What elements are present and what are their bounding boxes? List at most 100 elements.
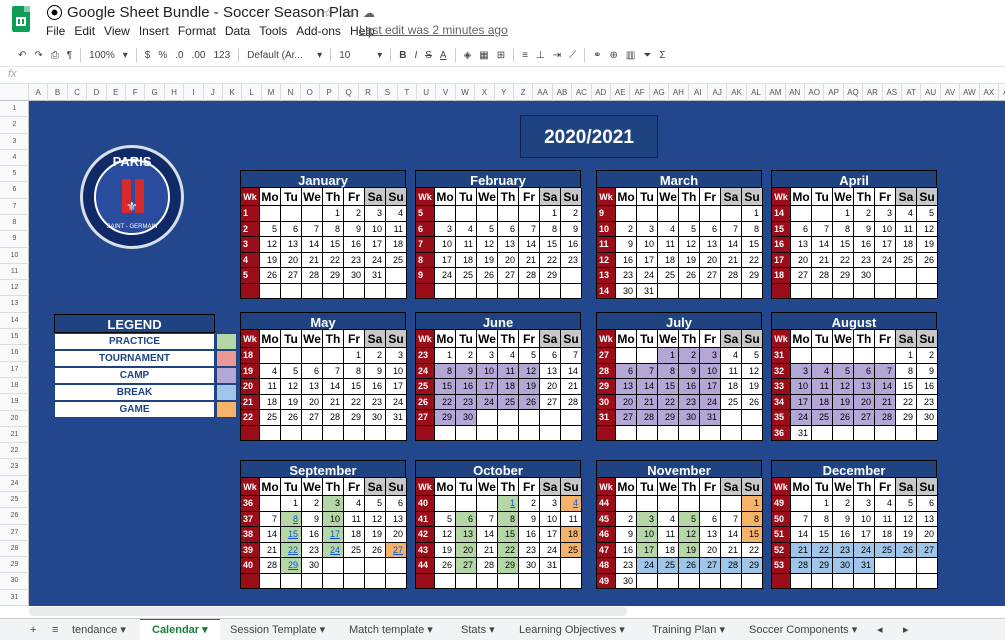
day-cell[interactable]: 30 — [519, 558, 540, 574]
week-number[interactable]: 42 — [416, 527, 435, 543]
week-number[interactable]: 5 — [241, 268, 260, 284]
day-cell[interactable] — [700, 206, 721, 222]
day-cell[interactable]: 2 — [917, 348, 938, 364]
day-cell[interactable]: 27 — [498, 268, 519, 284]
week-number[interactable] — [416, 573, 435, 589]
day-cell[interactable]: 9 — [302, 511, 323, 527]
day-cell[interactable]: 13 — [281, 237, 302, 253]
day-cell[interactable]: 19 — [679, 252, 700, 268]
day-cell[interactable]: 23 — [456, 394, 477, 410]
day-cell[interactable] — [498, 206, 519, 222]
currency-button[interactable]: $ — [145, 50, 151, 61]
day-cell[interactable] — [561, 573, 582, 589]
day-cell[interactable]: 10 — [323, 511, 344, 527]
day-cell[interactable]: 7 — [812, 221, 833, 237]
print-icon[interactable]: ⎙ — [51, 50, 59, 61]
day-cell[interactable]: 13 — [302, 379, 323, 395]
column-header[interactable]: B — [48, 84, 68, 101]
day-cell[interactable]: 17 — [637, 252, 658, 268]
day-cell[interactable]: 29 — [812, 558, 833, 574]
day-cell[interactable] — [917, 268, 938, 284]
redo-icon[interactable]: ↷ — [34, 50, 42, 61]
row-header[interactable]: 26 — [0, 508, 29, 525]
week-number[interactable]: 18 — [772, 268, 791, 284]
day-cell[interactable]: 15 — [742, 237, 763, 253]
row-header[interactable]: 28 — [0, 541, 29, 558]
day-cell[interactable]: 9 — [616, 527, 637, 543]
day-cell[interactable]: 4 — [896, 206, 917, 222]
day-cell[interactable]: 19 — [896, 527, 917, 543]
day-cell[interactable]: 9 — [616, 237, 637, 253]
day-cell[interactable] — [721, 496, 742, 512]
day-cell[interactable]: 29 — [896, 410, 917, 426]
day-cell[interactable]: 15 — [540, 237, 561, 253]
day-cell[interactable]: 7 — [323, 363, 344, 379]
day-cell[interactable]: 4 — [498, 348, 519, 364]
day-cell[interactable]: 16 — [679, 379, 700, 395]
day-cell[interactable]: 28 — [260, 558, 281, 574]
day-cell[interactable]: 1 — [344, 348, 365, 364]
day-cell[interactable] — [386, 573, 407, 589]
day-cell[interactable]: 19 — [281, 394, 302, 410]
day-cell[interactable]: 7 — [302, 221, 323, 237]
day-cell[interactable]: 23 — [616, 268, 637, 284]
day-cell[interactable]: 21 — [812, 252, 833, 268]
row-header[interactable]: 16 — [0, 345, 29, 362]
week-number[interactable]: 46 — [597, 527, 616, 543]
day-cell[interactable]: 23 — [833, 542, 854, 558]
chevron-down-icon[interactable]: ▾ — [317, 50, 322, 61]
row-header[interactable]: 9 — [0, 231, 29, 248]
day-cell[interactable] — [896, 268, 917, 284]
day-cell[interactable]: 21 — [637, 394, 658, 410]
day-cell[interactable]: 7 — [561, 348, 582, 364]
day-cell[interactable] — [833, 283, 854, 299]
week-number[interactable]: 22 — [241, 410, 260, 426]
day-cell[interactable]: 22 — [540, 252, 561, 268]
row-header[interactable]: 21 — [0, 427, 29, 444]
day-cell[interactable]: 24 — [365, 252, 386, 268]
day-cell[interactable]: 21 — [260, 542, 281, 558]
day-cell[interactable]: 4 — [456, 221, 477, 237]
day-cell[interactable]: 7 — [260, 511, 281, 527]
day-cell[interactable] — [519, 206, 540, 222]
day-cell[interactable]: 11 — [875, 511, 896, 527]
column-header[interactable]: AF — [630, 84, 650, 101]
comment-icon[interactable]: ⊕ — [609, 50, 617, 61]
week-number[interactable]: 51 — [772, 527, 791, 543]
week-number[interactable]: 44 — [597, 496, 616, 512]
day-cell[interactable]: 18 — [875, 527, 896, 543]
day-cell[interactable] — [456, 573, 477, 589]
day-cell[interactable]: 8 — [812, 511, 833, 527]
day-cell[interactable] — [742, 410, 763, 426]
day-cell[interactable]: 19 — [917, 237, 938, 253]
day-cell[interactable] — [540, 410, 561, 426]
day-cell[interactable]: 30 — [616, 283, 637, 299]
day-cell[interactable]: 13 — [700, 527, 721, 543]
day-cell[interactable]: 28 — [721, 268, 742, 284]
day-cell[interactable]: 3 — [435, 221, 456, 237]
day-cell[interactable] — [260, 573, 281, 589]
day-cell[interactable] — [721, 410, 742, 426]
day-cell[interactable]: 10 — [365, 221, 386, 237]
day-cell[interactable]: 19 — [477, 252, 498, 268]
day-cell[interactable]: 13 — [917, 511, 938, 527]
day-cell[interactable]: 7 — [875, 363, 896, 379]
day-cell[interactable]: 21 — [561, 379, 582, 395]
row-header[interactable]: 25 — [0, 492, 29, 509]
day-cell[interactable]: 21 — [323, 394, 344, 410]
week-number[interactable]: 9 — [597, 206, 616, 222]
day-cell[interactable]: 15 — [281, 527, 302, 543]
day-cell[interactable]: 17 — [477, 379, 498, 395]
row-header[interactable]: 3 — [0, 134, 29, 150]
day-cell[interactable]: 26 — [435, 558, 456, 574]
tab-training-plan[interactable]: Training Plan ▾ — [652, 619, 725, 641]
day-cell[interactable]: 16 — [561, 237, 582, 253]
day-cell[interactable] — [540, 425, 561, 441]
day-cell[interactable]: 5 — [260, 221, 281, 237]
day-cell[interactable] — [791, 573, 812, 589]
day-cell[interactable] — [365, 573, 386, 589]
week-number[interactable]: 5 — [416, 206, 435, 222]
day-cell[interactable]: 1 — [540, 206, 561, 222]
day-cell[interactable]: 8 — [498, 511, 519, 527]
day-cell[interactable]: 30 — [302, 558, 323, 574]
